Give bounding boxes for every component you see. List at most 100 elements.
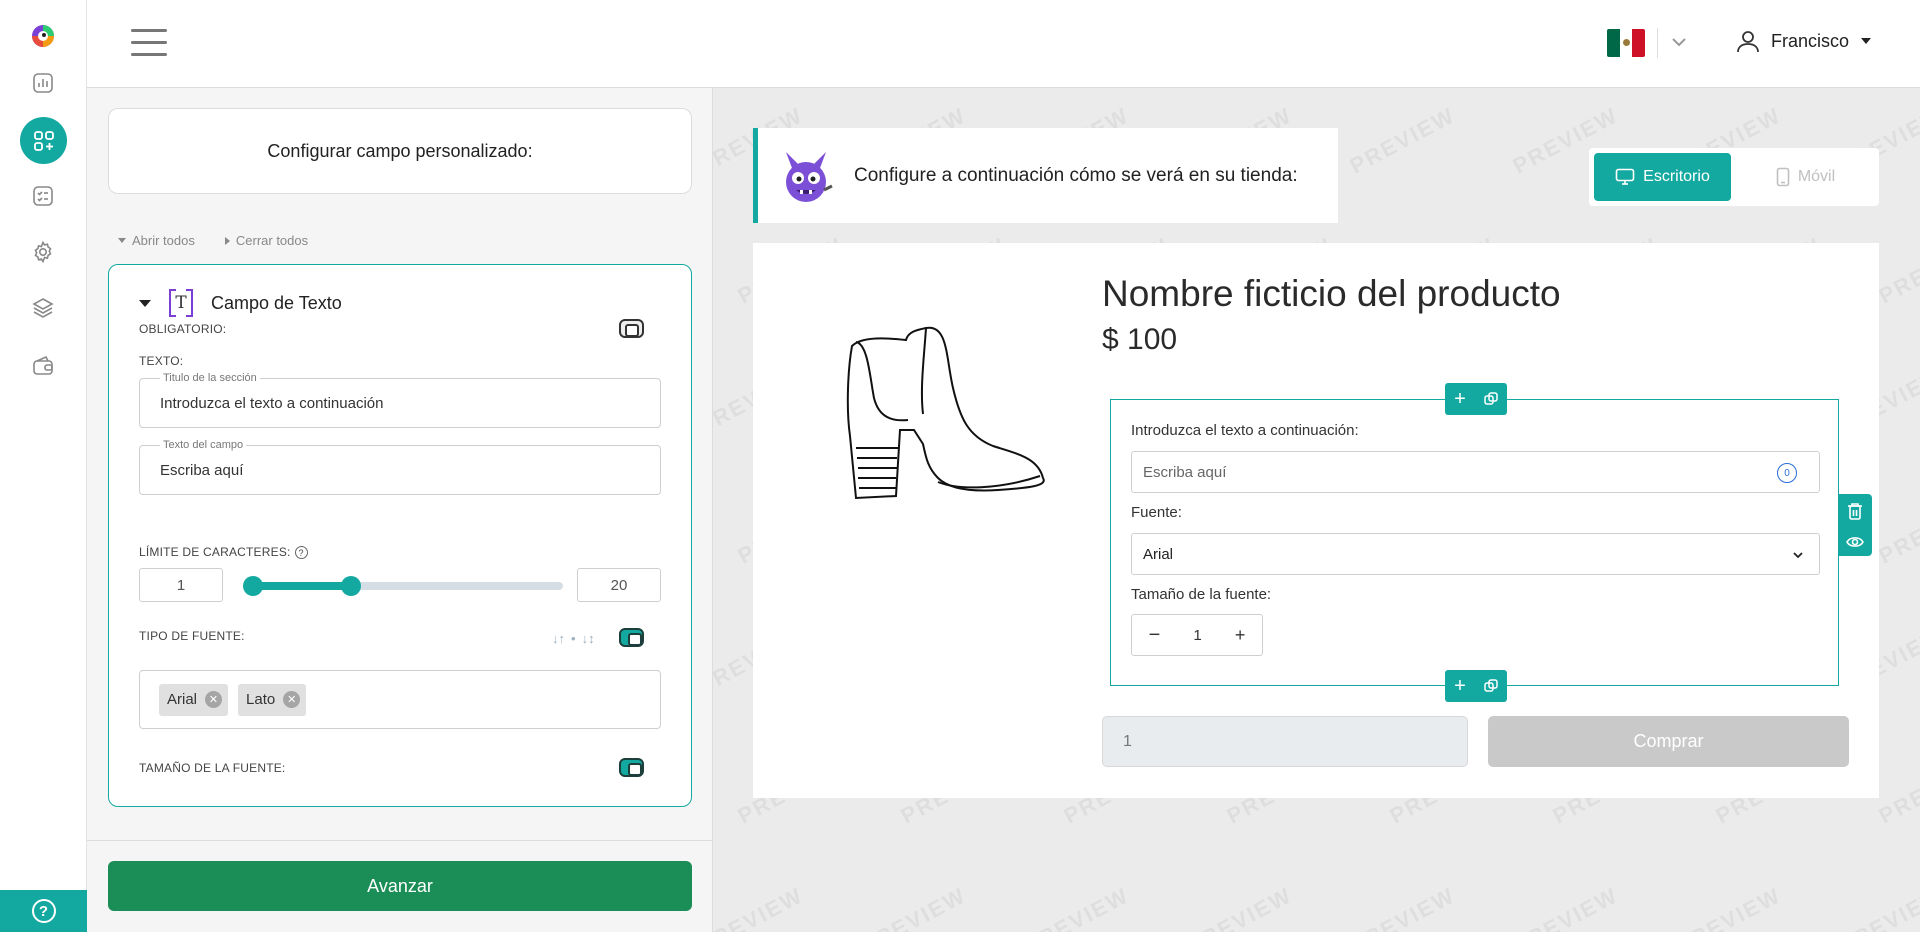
section-title-input[interactable]: Titulo de la sección Introduzca el texto…: [139, 372, 661, 428]
field-text-input[interactable]: Texto del campo Escriba aquí: [139, 439, 661, 495]
remove-chip-icon[interactable]: ✕: [205, 691, 223, 708]
help-button[interactable]: ?: [0, 890, 87, 932]
analytics-icon[interactable]: [27, 67, 59, 99]
next-button[interactable]: Avanzar: [108, 861, 692, 911]
info-icon[interactable]: ?: [294, 546, 308, 560]
add-block-icon[interactable]: +: [1454, 676, 1466, 696]
font-size-label: TAMAÑO DE LA FUENTE:: [139, 761, 286, 775]
char-limit-label: LÍMITE DE CARACTERES:?: [139, 545, 308, 560]
config-title: Configurar campo personalizado:: [108, 108, 692, 194]
product-name: Nombre ficticio del producto: [1102, 273, 1561, 314]
eye-icon[interactable]: [1846, 535, 1864, 549]
remove-chip-icon[interactable]: ✕: [283, 691, 301, 708]
preview-stage: PREVIEW PREVIEW PREVIEW PREVIEW PREVIEW PREVI…: [713, 88, 1920, 932]
watermark-text: PREVIEW: [1345, 882, 1460, 932]
font-size-stepper[interactable]: − 1 +: [1131, 614, 1263, 656]
caret-down-icon: [118, 238, 126, 243]
watermark-text: PREVIEW: [1182, 882, 1297, 932]
device-switch: Escritorio Móvil: [1589, 148, 1879, 206]
watermark-text: PREVIEW: [713, 882, 808, 932]
slider-min-handle[interactable]: [243, 576, 263, 596]
boot-image: [846, 326, 1045, 500]
menu-icon[interactable]: [131, 29, 167, 57]
layers-icon[interactable]: [27, 292, 59, 324]
mobile-icon: [1776, 167, 1790, 187]
sort-icons[interactable]: ↓↑ • ↓↕: [552, 631, 595, 646]
divider: [1657, 28, 1658, 58]
font-label: Fuente:: [1131, 504, 1182, 521]
open-all-link[interactable]: Abrir todos: [118, 233, 195, 248]
font-chip[interactable]: Lato ✕: [238, 683, 307, 716]
add-block-icon[interactable]: +: [1454, 389, 1466, 409]
top-bar: Francisco: [87, 0, 1920, 88]
section-title-value: Introduzca el texto a continuación: [160, 395, 384, 412]
font-size-label: Tamaño de la fuente:: [1131, 586, 1272, 603]
watermark-text: PREVIEW: [1874, 492, 1920, 569]
desktop-label: Escritorio: [1643, 168, 1710, 185]
required-toggle[interactable]: [619, 319, 644, 338]
increase-icon[interactable]: +: [1235, 625, 1246, 646]
mobile-tab[interactable]: Móvil: [1737, 153, 1874, 201]
font-size-value: 1: [1193, 626, 1202, 644]
slider-max-handle[interactable]: [340, 576, 361, 596]
font-type-label: TIPO DE FUENTE:: [139, 629, 245, 643]
duplicate-icon[interactable]: [1484, 679, 1498, 693]
product-price: $ 100: [1102, 323, 1178, 356]
quantity-input[interactable]: 1: [1102, 716, 1468, 767]
user-icon: [1737, 31, 1759, 53]
product-preview: Nombre ficticio del producto $ 100 + + I…: [753, 243, 1879, 798]
apps-icon[interactable]: [20, 117, 67, 164]
side-controls: [1838, 494, 1872, 556]
chevron-down-icon[interactable]: [1670, 33, 1688, 51]
watermark-text: PREVIEW: [1508, 882, 1623, 932]
duplicate-icon[interactable]: [1484, 392, 1498, 406]
mobile-label: Móvil: [1797, 168, 1836, 185]
decrease-icon[interactable]: −: [1149, 624, 1161, 647]
buy-button[interactable]: Comprar: [1488, 716, 1849, 767]
close-all-link[interactable]: Cerrar todos: [224, 233, 308, 248]
user-menu[interactable]: Francisco: [1735, 28, 1872, 54]
block-controls-top: +: [1445, 383, 1507, 415]
font-chip[interactable]: Arial ✕: [159, 683, 229, 716]
watermark-text: PREVIEW: [1345, 102, 1460, 179]
watermark-text: PREVIEW: [1874, 752, 1920, 829]
watermark-text: PREVIEW: [1834, 882, 1920, 932]
sort-desc-icon[interactable]: ↓↕: [582, 631, 595, 646]
slider-fill: [253, 582, 351, 590]
card-header[interactable]: T Campo de Texto: [139, 289, 342, 317]
custom-text-input[interactable]: Escriba aquí 0: [1131, 451, 1820, 493]
font-size-toggle[interactable]: [619, 758, 644, 777]
font-type-toggle[interactable]: [619, 628, 644, 647]
font-chips-input[interactable]: Arial ✕ Lato ✕: [139, 670, 661, 729]
card-title: Campo de Texto: [211, 292, 342, 313]
banner-text: Configure a continuación cómo se verá en…: [854, 164, 1298, 186]
desktop-icon: [1615, 168, 1635, 185]
input-placeholder: Escriba aquí: [1143, 463, 1227, 481]
font-select-value: Arial: [1143, 545, 1174, 563]
font-select[interactable]: Arial: [1131, 533, 1820, 575]
trash-icon[interactable]: [1847, 502, 1863, 520]
config-panel: Configurar campo personalizado: Abrir to…: [87, 88, 713, 932]
field-text-value: Escriba aquí: [160, 462, 244, 479]
text-field-card: T Campo de Texto OBLIGATORIO: TEXTO: Tit…: [108, 264, 692, 807]
char-max-input[interactable]: 20: [577, 568, 661, 602]
char-limit-slider[interactable]: [243, 576, 563, 596]
watermark-text: PREVIEW: [1874, 232, 1920, 309]
logo-icon[interactable]: [28, 20, 58, 50]
char-counter: 0: [1777, 463, 1797, 483]
settings-gear-icon[interactable]: [27, 236, 59, 268]
custom-field-editor[interactable]: + + Introduzca el texto a continuación: …: [1110, 383, 1872, 702]
checklist-icon[interactable]: [27, 180, 59, 212]
icon-rail: ?: [0, 0, 87, 932]
char-min-input[interactable]: 1: [139, 568, 223, 602]
preview-banner: Configure a continuación cómo se verá en…: [753, 128, 1338, 223]
chevron-down-icon: [1793, 552, 1803, 559]
desktop-tab[interactable]: Escritorio: [1594, 153, 1731, 201]
monster-mascot-icon: [786, 151, 833, 202]
text-label: TEXTO:: [139, 354, 184, 368]
sort-asc-icon[interactable]: ↓↑: [552, 631, 565, 646]
block-controls-bottom: +: [1445, 670, 1507, 702]
watermark-text: PREVIEW: [1019, 882, 1134, 932]
mexico-flag-icon[interactable]: [1607, 29, 1645, 57]
wallet-icon[interactable]: [27, 350, 59, 382]
